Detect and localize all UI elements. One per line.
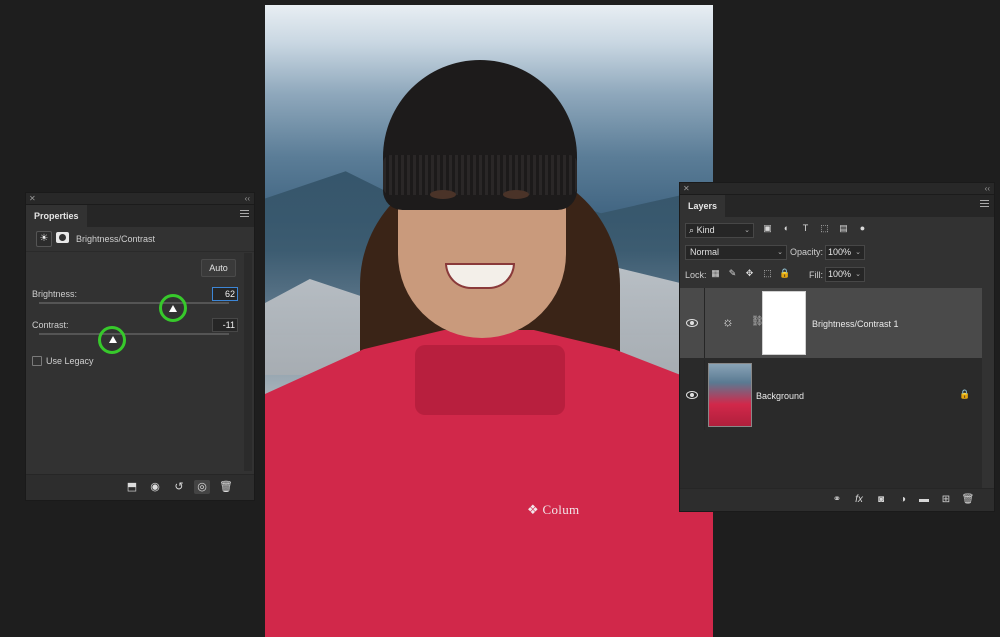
collapse-panel-icon[interactable]: ‹‹ <box>245 193 250 204</box>
lock-transparent-icon[interactable]: ▦ <box>710 268 721 279</box>
close-panel-icon[interactable]: ✕ <box>29 193 36 204</box>
layer-mask-thumbnail[interactable] <box>762 291 806 355</box>
lock-brush-icon[interactable]: ✎ <box>727 268 738 279</box>
jacket-logo: ❖ Colum <box>527 502 580 517</box>
chevron-down-icon: ⌄ <box>855 249 861 256</box>
left-eye <box>430 190 456 199</box>
lock-position-icon[interactable]: ✥ <box>744 268 755 279</box>
fill-label: Fill: <box>809 270 823 280</box>
beanie-band <box>383 155 577 195</box>
filter-adjustment-icon[interactable]: ◐ <box>781 223 792 234</box>
fx-icon[interactable]: fx <box>852 493 866 507</box>
brightness-slider-track[interactable] <box>39 302 229 304</box>
new-layer-icon[interactable]: ⊞ <box>939 493 953 507</box>
contrast-value-field[interactable]: -11 <box>212 318 238 332</box>
tab-properties[interactable]: Properties <box>26 205 87 227</box>
filter-toggle-icon[interactable]: ● <box>857 223 868 234</box>
layer-row-background[interactable]: Background 🔒 <box>680 360 982 430</box>
layers-panel: ✕ ‹‹ Layers ⌕ Kind ⌄ ▣ ◐ T ⬚ ▤ ● Normal … <box>679 182 995 512</box>
close-panel-icon[interactable]: ✕ <box>683 183 690 194</box>
jacket-collar <box>415 345 565 415</box>
properties-panel: ✕ ‹‹ Properties ☀ Brightness/Contrast Au… <box>25 192 255 501</box>
filter-type-icon[interactable]: T <box>800 223 811 234</box>
properties-footer: ⬒ ◉ ↺ ◎ 🗑 <box>26 474 254 500</box>
layer-list: ☼ ⛓ Brightness/Contrast 1 Background 🔒 <box>680 288 982 488</box>
contrast-label: Contrast: <box>32 320 69 330</box>
layer-lock-icon: 🔒 <box>959 389 971 399</box>
chevron-down-icon: ⌄ <box>777 249 783 256</box>
panel-topbar: ✕ ‹‹ <box>680 183 994 195</box>
visibility-icon[interactable]: ◎ <box>194 480 210 494</box>
layer-name[interactable]: Brightness/Contrast 1 <box>812 319 899 329</box>
divider <box>704 360 705 430</box>
layer-mask-icon[interactable] <box>56 232 69 243</box>
filter-shape-icon[interactable]: ⬚ <box>819 223 830 234</box>
panel-menu-icon[interactable] <box>240 210 249 218</box>
adjustment-sun-icon: ☼ <box>722 314 734 329</box>
brightness-sun-icon[interactable]: ☀ <box>36 231 52 247</box>
filter-kind-select[interactable]: ⌕ Kind ⌄ <box>685 223 754 238</box>
layer-row-brightness-contrast[interactable]: ☼ ⛓ Brightness/Contrast 1 <box>680 288 982 358</box>
layers-footer: ⚭ fx ◙ ◑ ▬ ⊞ 🗑 <box>680 488 994 511</box>
lock-label: Lock: <box>685 270 707 280</box>
lock-all-icon[interactable]: 🔒 <box>779 268 790 279</box>
panel-menu-icon[interactable] <box>980 200 989 208</box>
tab-row: Properties <box>26 205 254 227</box>
jacket-logo-text: Colum <box>542 502 580 517</box>
use-legacy-label: Use Legacy <box>46 356 94 366</box>
right-eye <box>503 190 529 199</box>
opacity-field[interactable]: 100% ⌄ <box>825 245 865 260</box>
brightness-highlight-ring <box>159 294 187 322</box>
delete-icon[interactable]: 🗑 <box>961 493 975 507</box>
new-adjustment-icon[interactable]: ◑ <box>896 493 910 507</box>
filter-smart-object-icon[interactable]: ▤ <box>838 223 849 234</box>
adjustment-header: ☀ Brightness/Contrast <box>26 227 254 252</box>
layer-name[interactable]: Background <box>756 391 804 401</box>
search-icon: ⌕ <box>689 225 695 235</box>
contrast-slider-track[interactable] <box>39 333 229 335</box>
use-legacy-checkbox[interactable] <box>32 356 42 366</box>
delete-icon[interactable]: 🗑 <box>218 480 234 494</box>
blend-mode-select[interactable]: Normal ⌄ <box>685 245 787 260</box>
auto-button[interactable]: Auto <box>201 259 236 277</box>
blend-mode-value: Normal <box>690 247 720 257</box>
add-mask-icon[interactable]: ◙ <box>874 493 888 507</box>
link-icon[interactable]: ⚭ <box>830 493 844 507</box>
tab-row: Layers <box>680 195 994 217</box>
chevron-down-icon: ⌄ <box>855 271 861 278</box>
brightness-label: Brightness: <box>32 289 78 299</box>
fill-value: 100% <box>828 269 852 279</box>
filter-pixel-icon[interactable]: ▣ <box>762 223 773 234</box>
layer-thumbnail[interactable] <box>708 363 752 427</box>
view-previous-state-icon[interactable]: ◉ <box>147 480 163 494</box>
adjustment-title: Brightness/Contrast <box>76 234 156 244</box>
layer-visibility-eye-icon[interactable] <box>686 391 698 399</box>
chevron-down-icon: ⌄ <box>744 227 750 234</box>
layer-visibility-eye-icon[interactable] <box>686 319 698 327</box>
reset-icon[interactable]: ↺ <box>171 480 187 494</box>
lock-artboard-icon[interactable]: ⬚ <box>762 268 773 279</box>
filter-kind-value: Kind <box>696 225 715 235</box>
fill-field[interactable]: 100% ⌄ <box>825 267 865 282</box>
opacity-value: 100% <box>828 247 852 257</box>
clip-to-layer-icon[interactable]: ⬒ <box>124 480 140 494</box>
collapse-panel-icon[interactable]: ‹‹ <box>985 183 990 194</box>
tab-layers[interactable]: Layers <box>680 195 726 217</box>
contrast-highlight-ring <box>98 326 126 354</box>
filter-row: ⌕ Kind ⌄ ▣ ◐ T ⬚ ▤ ● <box>680 217 994 241</box>
brightness-value-field[interactable]: 62 <box>212 287 238 301</box>
panel-topbar: ✕ ‹‹ <box>26 193 254 205</box>
properties-scrollbar[interactable] <box>244 253 252 471</box>
new-group-icon[interactable]: ▬ <box>917 493 931 507</box>
divider <box>704 288 705 358</box>
opacity-label: Opacity: <box>790 247 824 257</box>
document-canvas[interactable]: ❖ Colum <box>265 5 713 637</box>
